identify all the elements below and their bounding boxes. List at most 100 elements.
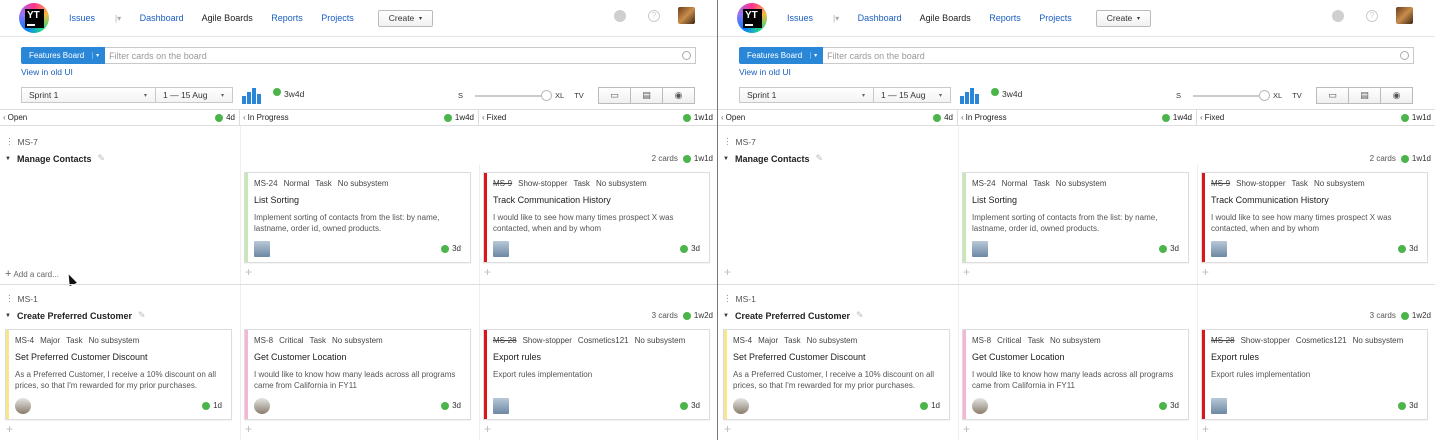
help-icon[interactable]: ? [648, 9, 660, 22]
collapse-triangle-icon[interactable]: ▼ [5, 156, 11, 162]
nav-reports[interactable]: Reports [271, 13, 303, 23]
add-card-plus-icon[interactable]: + [1202, 265, 1209, 279]
card-title[interactable]: Track Communication History [1211, 195, 1329, 205]
sprint-select[interactable]: Sprint 1 ▾ [739, 87, 874, 103]
inbox-icon[interactable]: ▭ [1316, 87, 1349, 104]
create-button[interactable]: Create ▾ [1095, 9, 1152, 27]
card-title[interactable]: Set Preferred Customer Discount [15, 352, 148, 362]
nav-dashboard[interactable]: Dashboard [140, 13, 184, 23]
nav-projects[interactable]: Projects [1039, 13, 1072, 23]
card-title[interactable]: Get Customer Location [254, 352, 347, 362]
youtrack-logo[interactable]: YT [737, 3, 767, 33]
card-ms-24[interactable]: MS-24 Normal Task No subsystem List Sorting… [244, 172, 471, 263]
nav-issues[interactable]: Issues [787, 13, 813, 23]
user-avatar[interactable] [678, 7, 695, 24]
swimlane-title[interactable]: ▼ Manage Contacts ✎ [723, 153, 823, 164]
board-search-input[interactable]: Filter cards on the board [105, 47, 696, 64]
add-card-plus-icon[interactable]: + [245, 265, 252, 279]
inbox-icon[interactable]: ▭ [598, 87, 631, 104]
card-ms-4[interactable]: MS-4 Major Task No subsystem Set Preferred … [5, 329, 232, 420]
user-avatar[interactable] [1396, 7, 1413, 24]
add-card-plus-icon[interactable]: + [963, 422, 970, 436]
help-icon[interactable]: ? [1366, 9, 1378, 22]
card-ms-8[interactable]: MS-8 Critical Task No subsystem Get Custome… [962, 329, 1189, 420]
add-card-plus-icon[interactable]: + [1202, 422, 1209, 436]
column-header-in-progress[interactable]: ‹ In Progress 1w4d [240, 110, 479, 125]
settings-icon[interactable]: ◉ [1380, 87, 1413, 104]
view-old-ui-link[interactable]: View in old UI [739, 67, 791, 77]
chevron-down-icon[interactable]: ▾ [92, 52, 99, 59]
assignee-avatar[interactable] [733, 398, 749, 414]
card-title[interactable]: Track Communication History [493, 195, 611, 205]
drag-handle-icon[interactable]: ⋮ [723, 293, 731, 304]
slider-handle[interactable] [541, 89, 553, 101]
tv-mode-toggle[interactable]: TV [1292, 91, 1302, 100]
card-size-slider[interactable]: S XL TV [458, 89, 584, 101]
edit-pencil-icon[interactable]: ✎ [97, 153, 105, 164]
add-card-plus-icon[interactable]: + [963, 265, 970, 279]
burndown-chart-icon[interactable] [960, 88, 981, 104]
nav-agile-boards[interactable]: Agile Boards [920, 13, 971, 23]
nav-reports[interactable]: Reports [989, 13, 1021, 23]
issues-caret-icon[interactable]: |▾ [833, 14, 839, 23]
chevron-down-icon[interactable]: ▾ [810, 52, 817, 59]
view-old-ui-link[interactable]: View in old UI [21, 67, 73, 77]
swimlane-title[interactable]: ▼ Manage Contacts ✎ [5, 153, 105, 164]
column-header-in-progress[interactable]: ‹ In Progress 1w4d [958, 110, 1197, 125]
card-ms-4[interactable]: MS-4 Major Task No subsystem Set Preferred … [723, 329, 950, 420]
collapse-triangle-icon[interactable]: ▼ [723, 156, 729, 162]
nav-agile-boards[interactable]: Agile Boards [202, 13, 253, 23]
collapse-triangle-icon[interactable]: ▼ [723, 313, 729, 319]
column-header-fixed[interactable]: ‹ Fixed 1w1d [1197, 110, 1435, 125]
assignee-avatar[interactable] [972, 398, 988, 414]
add-card-plus-icon[interactable]: + [724, 265, 731, 279]
youtrack-logo[interactable]: YT [19, 3, 49, 33]
card-title[interactable]: List Sorting [972, 195, 1017, 205]
assignee-avatar[interactable] [1211, 241, 1227, 257]
assignee-avatar[interactable] [254, 398, 270, 414]
burndown-chart-icon[interactable] [242, 88, 263, 104]
assignee-avatar[interactable] [15, 398, 31, 414]
add-card-link[interactable]: + Add a card... [5, 268, 59, 280]
slider-handle[interactable] [1259, 89, 1271, 101]
edit-pencil-icon[interactable]: ✎ [138, 310, 146, 321]
card-title[interactable]: Export rules [493, 352, 541, 362]
nav-dashboard[interactable]: Dashboard [858, 13, 902, 23]
settings-icon[interactable]: ◉ [662, 87, 695, 104]
card-ms-24[interactable]: MS-24 Normal Task No subsystem List Sorting… [962, 172, 1189, 263]
card-ms-28[interactable]: MS-28 Show-stopper Cosmetics121 No subsyste… [483, 329, 710, 420]
drag-handle-icon[interactable]: ⋮ [5, 136, 13, 147]
chart-view-icon[interactable]: ▤ [630, 87, 663, 104]
create-button[interactable]: Create ▾ [377, 9, 434, 27]
card-title[interactable]: Set Preferred Customer Discount [733, 352, 866, 362]
gear-icon[interactable] [614, 9, 626, 22]
card-ms-9[interactable]: MS-9 Show-stopper Task No subsystem Track C… [1201, 172, 1428, 263]
swimlane-title[interactable]: ▼ Create Preferred Customer ✎ [723, 310, 864, 321]
swimlane-id[interactable]: ⋮ MS-7 [723, 136, 756, 147]
nav-projects[interactable]: Projects [321, 13, 354, 23]
add-card-plus-icon[interactable]: + [245, 422, 252, 436]
edit-pencil-icon[interactable]: ✎ [856, 310, 864, 321]
drag-handle-icon[interactable]: ⋮ [5, 293, 13, 304]
add-card-plus-icon[interactable]: + [6, 422, 13, 436]
card-size-slider[interactable]: S XL TV [1176, 89, 1302, 101]
add-card-plus-icon[interactable]: + [484, 265, 491, 279]
swimlane-id[interactable]: ⋮ MS-1 [5, 293, 38, 304]
date-range-select[interactable]: 1 — 15 Aug ▾ [873, 87, 951, 103]
card-ms-8[interactable]: MS-8 Critical Task No subsystem Get Custome… [244, 329, 471, 420]
swimlane-id[interactable]: ⋮ MS-7 [5, 136, 38, 147]
card-ms-28[interactable]: MS-28 Show-stopper Cosmetics121 No subsyste… [1201, 329, 1428, 420]
drag-handle-icon[interactable]: ⋮ [723, 136, 731, 147]
swimlane-id[interactable]: ⋮ MS-1 [723, 293, 756, 304]
board-selector-button[interactable]: Features Board ▾ [21, 47, 106, 64]
issues-caret-icon[interactable]: |▾ [115, 14, 121, 23]
nav-issues[interactable]: Issues [69, 13, 95, 23]
assignee-avatar[interactable] [1211, 398, 1227, 414]
column-header-open[interactable]: ‹ Open 4d [718, 110, 958, 125]
date-range-select[interactable]: 1 — 15 Aug ▾ [155, 87, 233, 103]
assignee-avatar[interactable] [493, 398, 509, 414]
card-title[interactable]: Export rules [1211, 352, 1259, 362]
add-card-plus-icon[interactable]: + [484, 422, 491, 436]
chart-view-icon[interactable]: ▤ [1348, 87, 1381, 104]
swimlane-title[interactable]: ▼ Create Preferred Customer ✎ [5, 310, 146, 321]
